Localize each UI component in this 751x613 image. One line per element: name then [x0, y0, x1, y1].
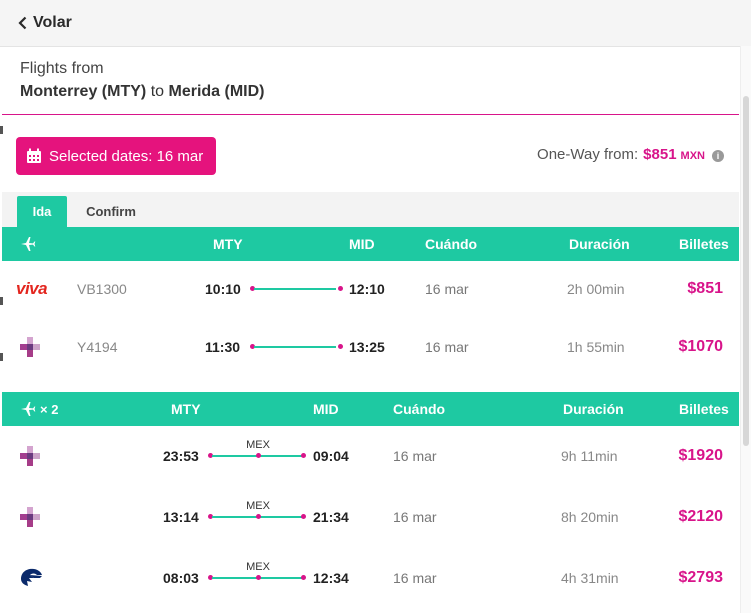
oneway-currency: MXN — [680, 150, 705, 162]
top-bar: Volar — [0, 0, 751, 47]
depart-time: 08:03 — [163, 570, 199, 586]
flight-duration: 4h 31min — [561, 570, 619, 586]
flight-price: $2120 — [678, 508, 724, 525]
flight-date: 16 mar — [393, 509, 437, 525]
selected-dates-label: Selected dates: 16 mar — [49, 147, 204, 165]
origin: Monterrey (MTY) — [20, 83, 147, 100]
depart-time: 10:10 — [205, 281, 241, 297]
route-connector: to — [150, 83, 165, 100]
scrollbar-thumb[interactable] — [743, 96, 749, 446]
oneway-price: One-Way from: $851 MXN i — [537, 146, 724, 163]
viva-logo: viva — [16, 279, 48, 298]
scrollbar[interactable] — [740, 46, 751, 613]
plane-icon — [21, 237, 36, 251]
flight-duration: 9h 11min — [561, 448, 618, 464]
oneway-amount: $851 — [643, 146, 677, 163]
flight-date: 16 mar — [393, 448, 437, 464]
header-to: MID — [349, 236, 375, 252]
depart-time: 23:53 — [163, 448, 199, 464]
flight-row[interactable]: viva VB1300 10:10 12:10 16 mar 2h 00min … — [2, 260, 739, 318]
stop-airport: MEX — [246, 439, 270, 451]
header-when: Cuándo — [393, 401, 446, 417]
header-from: MTY — [213, 236, 243, 252]
connecting-flight-row[interactable]: 13:14 MEX 21:34 16 mar 8h 20min $2120 — [2, 488, 739, 546]
route-label: Flights from — [20, 60, 104, 77]
header-duration: Duración — [563, 401, 624, 417]
flight-leg-line: MEX — [208, 488, 308, 546]
flight-duration: 1h 55min — [567, 339, 625, 355]
depart-time: 13:14 — [163, 509, 199, 525]
connecting-flights-header: × 2 MTY MID Cuándo Duración Billetes — [2, 392, 739, 426]
volaris-logo — [18, 427, 42, 485]
oneway-label: One-Way from: — [537, 146, 639, 163]
header-tickets: Billetes — [679, 401, 729, 417]
info-icon[interactable]: i — [712, 150, 724, 162]
arrive-time: 21:34 — [313, 509, 349, 525]
plane-icon — [21, 402, 36, 416]
route-summary: Flights from Monterrey (MTY) to Merida (… — [20, 60, 264, 101]
flight-duration: 8h 20min — [561, 509, 619, 525]
flight-leg-line: MEX — [208, 427, 308, 485]
stop-airport: MEX — [246, 561, 270, 573]
flight-duration: 2h 00min — [567, 281, 625, 297]
flight-price: $851 — [687, 280, 723, 297]
chevron-left-icon — [18, 16, 27, 30]
edge-mark — [0, 126, 3, 134]
flight-leg-line: MEX — [208, 549, 308, 607]
header-when: Cuándo — [425, 236, 478, 252]
stops-count: × 2 — [40, 401, 59, 417]
flight-price: $1070 — [678, 338, 724, 355]
depart-time: 11:30 — [205, 339, 241, 355]
flight-leg-line — [250, 260, 344, 318]
tab-ida[interactable]: Ida — [17, 196, 67, 227]
tab-confirm[interactable]: Confirm — [77, 196, 145, 227]
arrive-time: 12:34 — [313, 570, 349, 586]
header-duration: Duración — [569, 236, 630, 252]
flight-price: $2793 — [678, 569, 724, 586]
stop-airport: MEX — [246, 500, 270, 512]
flight-leg-line — [250, 318, 344, 376]
flight-number: Y4194 — [77, 339, 118, 355]
flight-number: VB1300 — [77, 281, 127, 297]
connecting-flight-row[interactable]: 08:03 MEX 12:34 16 mar 4h 31min $2793 — [2, 549, 739, 607]
header-tickets: Billetes — [679, 236, 729, 252]
back-button[interactable]: Volar — [18, 14, 72, 32]
flight-price: $1920 — [678, 447, 724, 464]
back-label: Volar — [33, 14, 72, 31]
divider — [2, 114, 739, 115]
volaris-logo — [18, 318, 42, 376]
aeromexico-logo — [18, 549, 44, 607]
arrive-time: 09:04 — [313, 448, 349, 464]
flight-date: 16 mar — [393, 570, 437, 586]
header-to: MID — [313, 401, 339, 417]
destination: Merida (MID) — [168, 83, 265, 100]
arrive-time: 13:25 — [349, 339, 385, 355]
selected-dates-button[interactable]: Selected dates: 16 mar — [16, 137, 216, 175]
flight-row[interactable]: Y4194 11:30 13:25 16 mar 1h 55min $1070 — [2, 318, 739, 376]
direct-flights-header: MTY MID Cuándo Duración Billetes — [2, 227, 739, 261]
connecting-flight-row[interactable]: 23:53 MEX 09:04 16 mar 9h 11min $1920 — [2, 427, 739, 485]
route-detail: Monterrey (MTY) to Merida (MID) — [20, 83, 264, 101]
tabs-bar: Ida Confirm — [2, 192, 739, 227]
header-from: MTY — [171, 401, 201, 417]
volaris-logo — [18, 488, 42, 546]
flight-date: 16 mar — [425, 339, 469, 355]
arrive-time: 12:10 — [349, 281, 385, 297]
flight-date: 16 mar — [425, 281, 469, 297]
calendar-icon — [27, 148, 41, 163]
